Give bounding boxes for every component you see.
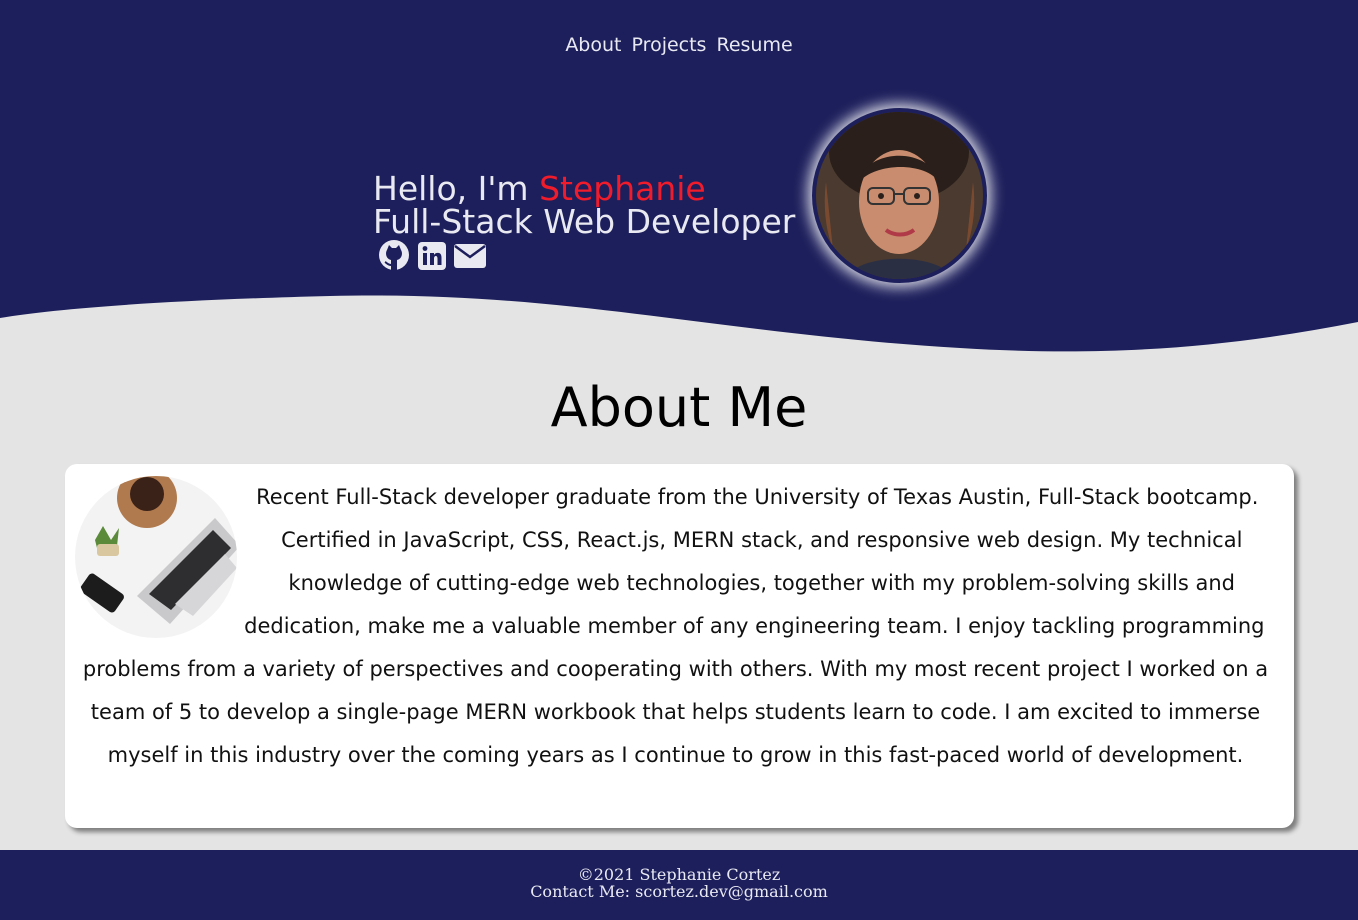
footer: ©2021 Stephanie Cortez Contact Me: scort… <box>0 850 1358 920</box>
nav-about[interactable]: About <box>565 34 621 56</box>
desk-laptop-image <box>75 476 237 638</box>
header: About Projects Resume Hello, I'm Stephan… <box>0 0 1358 360</box>
hero-role: Full-Stack Web Developer <box>373 202 796 241</box>
social-links <box>377 240 487 276</box>
about-title: About Me <box>550 376 808 439</box>
hero-heading: Hello, I'm Stephanie Full-Stack Web Deve… <box>373 172 795 238</box>
footer-contact[interactable]: Contact Me: scortez.dev@gmail.com <box>0 883 1358 900</box>
hero-greeting-line: Hello, I'm Stephanie <box>373 172 795 205</box>
nav-projects[interactable]: Projects <box>632 34 707 56</box>
nav-resume[interactable]: Resume <box>717 34 793 56</box>
profile-avatar <box>812 108 987 283</box>
about-card: Recent Full-Stack developer graduate fro… <box>65 464 1294 828</box>
about-text: Recent Full-Stack developer graduate fro… <box>82 485 1269 767</box>
top-nav: About Projects Resume <box>0 34 1358 56</box>
github-icon[interactable] <box>377 240 411 276</box>
footer-copyright: ©2021 Stephanie Cortez <box>577 865 781 884</box>
email-icon[interactable] <box>453 243 487 273</box>
linkedin-icon[interactable] <box>417 241 447 275</box>
